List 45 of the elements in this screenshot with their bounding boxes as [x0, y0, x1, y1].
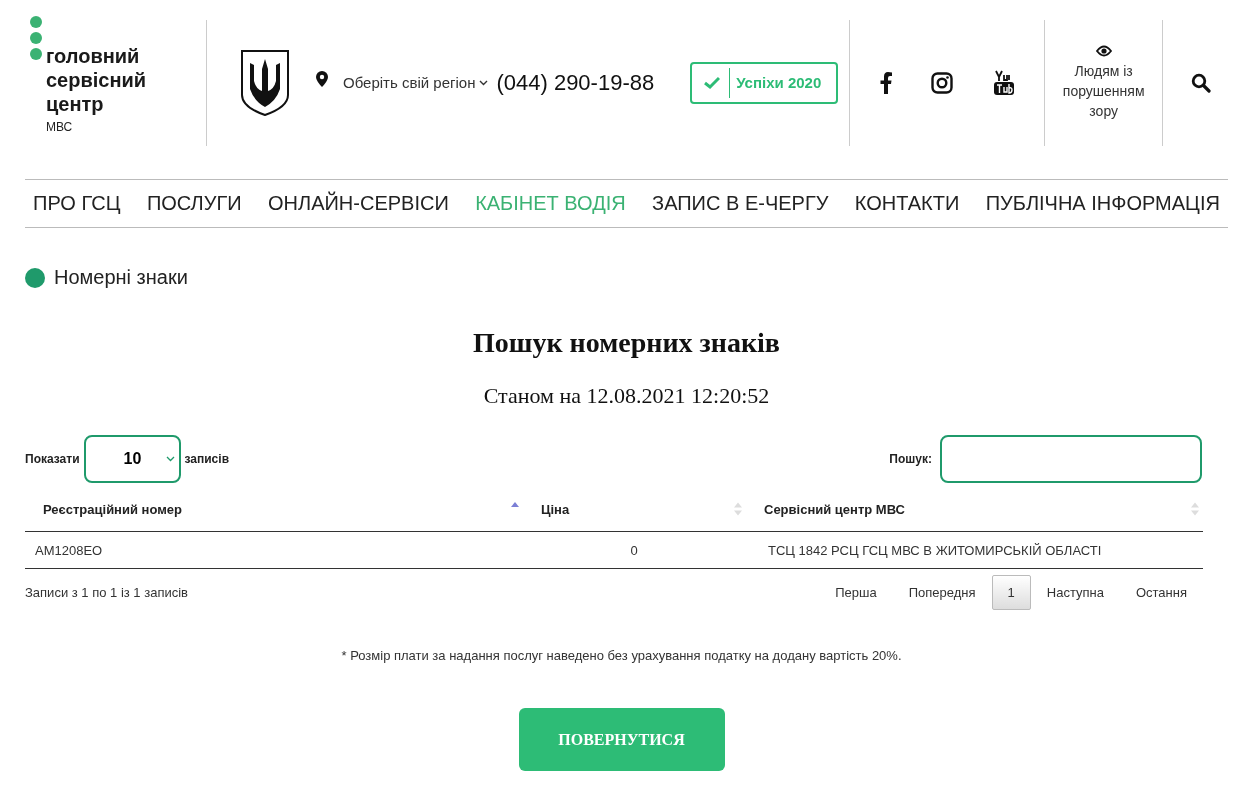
search-label: Пошук: — [889, 452, 932, 466]
vat-note: * Розмір плати за надання послуг наведено без урахування податку на додану вартість 20%. — [340, 648, 903, 663]
search-icon[interactable] — [1191, 72, 1212, 93]
table-info: Записи з 1 по 1 із 1 записів — [25, 585, 188, 600]
nav-item[interactable]: ПРО ГСЦ — [33, 192, 121, 215]
entries-label: записів — [184, 452, 229, 466]
logo-subtitle: МВС — [46, 119, 74, 134]
instagram-icon[interactable] — [931, 71, 954, 94]
chevron-down-icon — [165, 456, 175, 462]
pagination-button[interactable]: 1 — [991, 575, 1031, 610]
coat-of-arms-icon — [240, 48, 290, 117]
region-dropdown[interactable]: Оберіть свій регіон — [343, 74, 489, 91]
phone-number[interactable]: (044) 290-19-88 — [496, 69, 655, 96]
pagination-button[interactable]: Попередня — [892, 575, 992, 610]
youtube-icon[interactable] — [992, 69, 1015, 96]
logo-text[interactable]: головний сервісний центр — [46, 43, 147, 116]
location-pin-icon — [316, 70, 328, 87]
table-cell: 0 — [523, 531, 746, 569]
nav-item[interactable]: ОНЛАЙН-СЕРВІСИ — [268, 192, 449, 215]
table-cell: ТСЦ 1842 РСЦ ГСЦ МВС В ЖИТОМИРСЬКІЙ ОБЛАСТІ — [746, 531, 1203, 569]
nav-item[interactable]: ПУБЛІЧНА ІНФОРМАЦІЯ — [985, 192, 1220, 215]
page-title: Пошук номерних знаків — [472, 327, 781, 359]
show-label: Показати — [25, 452, 80, 466]
nav-item[interactable]: КОНТАКТИ — [854, 192, 960, 215]
chevron-down-icon — [479, 79, 489, 86]
column-header[interactable]: Реєстраційний номер — [25, 487, 523, 532]
column-header[interactable]: Ціна — [523, 487, 746, 532]
bullet-dot-icon — [25, 267, 45, 288]
logo-dots-icon — [30, 15, 42, 60]
pagination-button[interactable]: Перша — [819, 575, 893, 610]
nav-item[interactable]: ЗАПИС В Е-ЧЕРГУ — [652, 192, 829, 215]
accessibility-link[interactable]: Людям із порушенням зору — [1045, 44, 1163, 121]
checkmark-icon — [704, 76, 721, 89]
search-field[interactable] — [940, 435, 1202, 483]
breadcrumb-title: Номерні знаки — [54, 266, 188, 289]
column-header[interactable]: Сервісний центр МВС — [746, 487, 1203, 532]
table-cell: AM1208EO — [25, 531, 523, 569]
nav-item[interactable]: ПОСЛУГИ — [146, 192, 242, 215]
eye-icon — [1095, 44, 1112, 57]
sort-ascending-icon[interactable] — [511, 501, 519, 507]
facebook-icon[interactable] — [879, 71, 892, 94]
entries-select[interactable]: 10 — [83, 435, 181, 483]
page-subtitle: Станом на 12.08.2021 12:20:52 — [482, 383, 771, 409]
pagination-button[interactable]: Остання — [1119, 575, 1203, 610]
pagination-button[interactable]: Наступна — [1030, 575, 1120, 610]
